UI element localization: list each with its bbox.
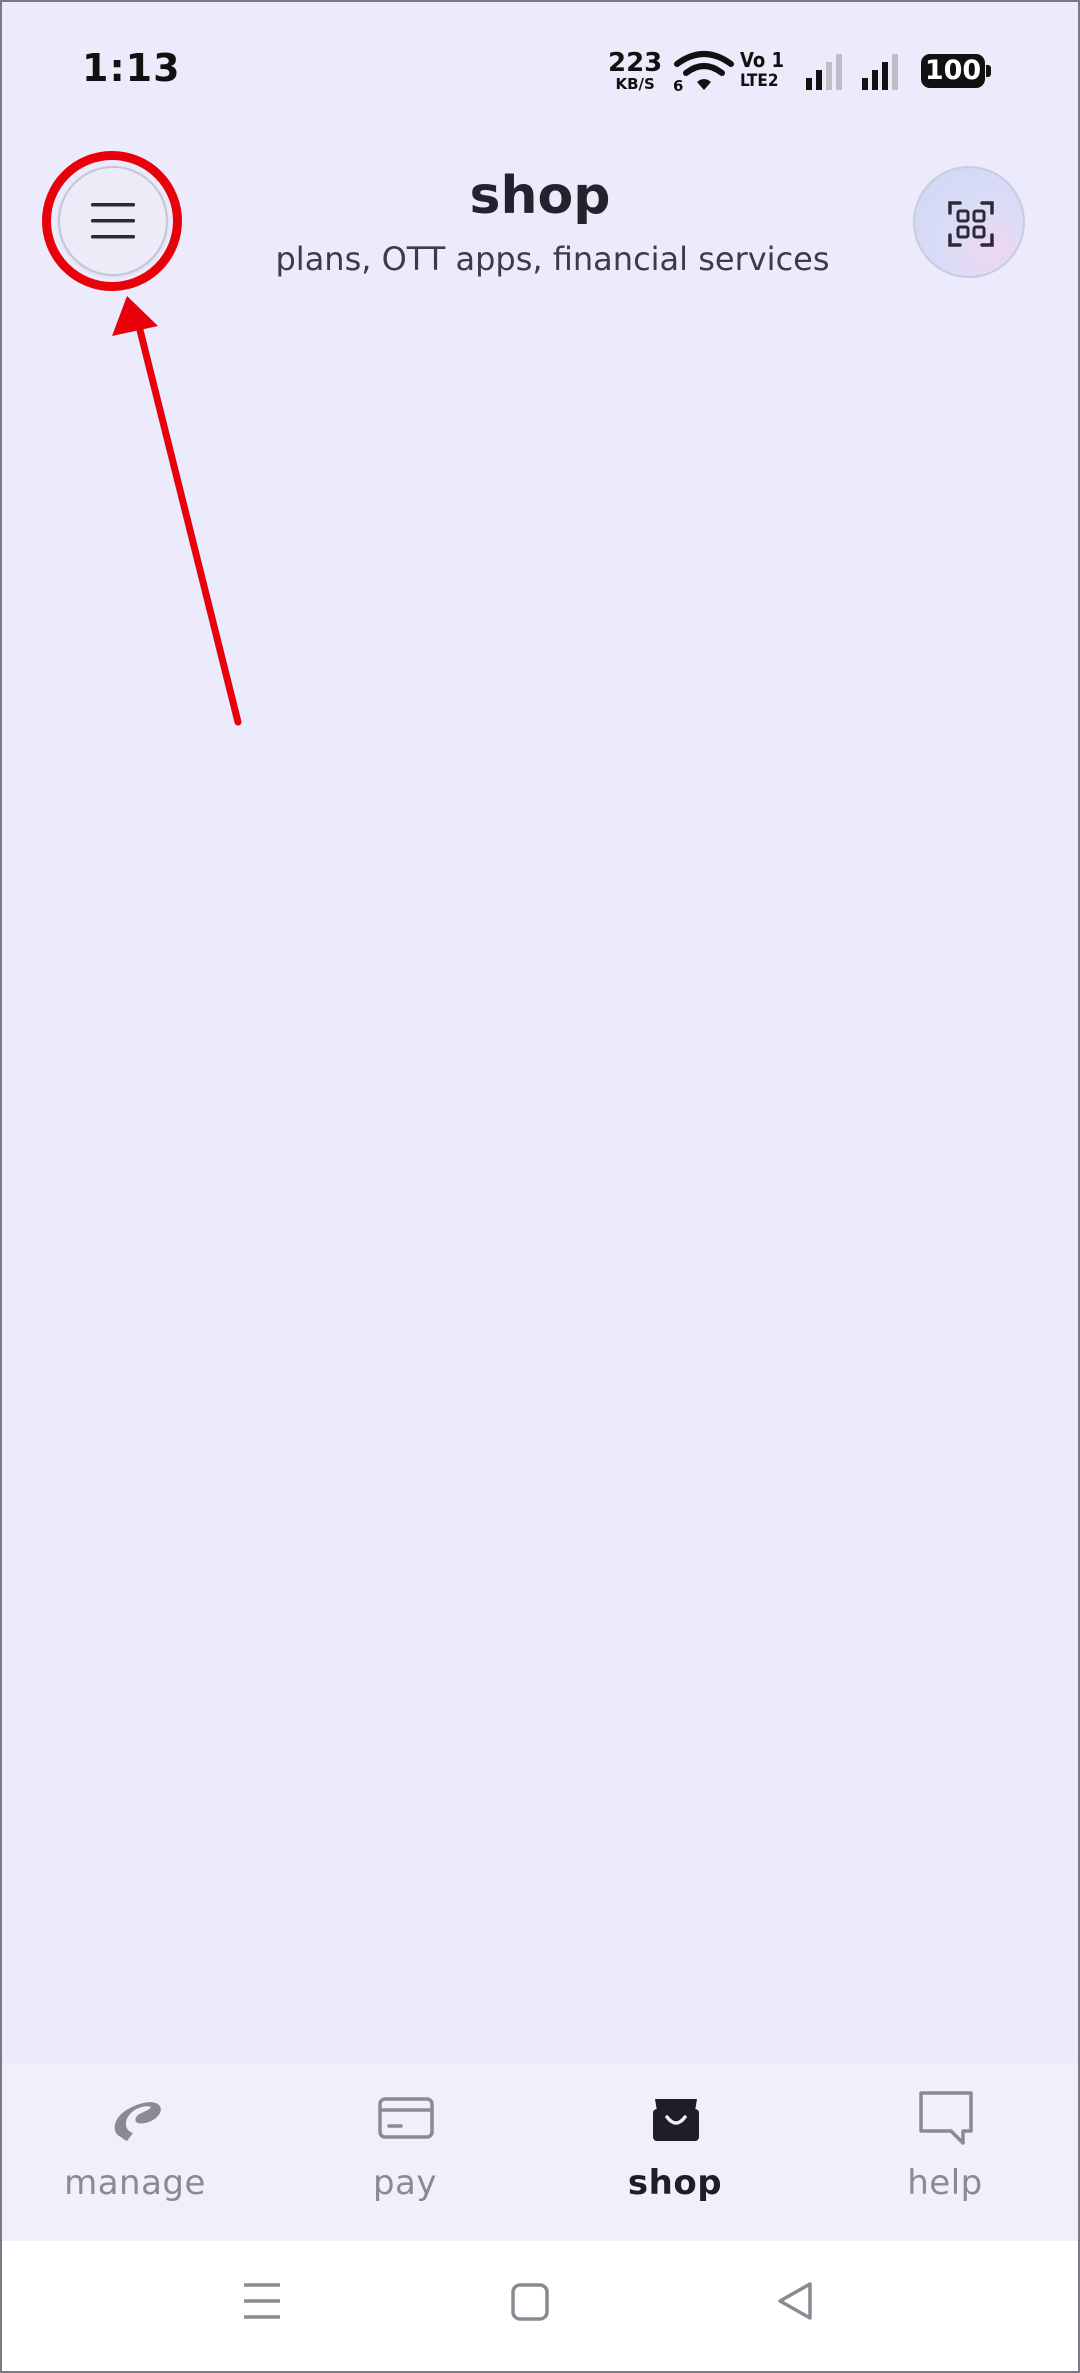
- screen-frame: [0, 0, 1080, 2373]
- signal-sim1-icon: [806, 54, 842, 90]
- bottom-navigation: manage pay shop help: [0, 2063, 1080, 2241]
- network-speed-value: 223: [608, 48, 663, 78]
- shopping-bag-icon: [653, 2099, 699, 2141]
- wifi-icon: 6: [673, 51, 734, 92]
- home-icon[interactable]: [511, 2283, 549, 2321]
- signal-sim2-icon: [862, 54, 898, 90]
- nav-item-help[interactable]: help: [810, 2063, 1080, 2241]
- network-speed-unit: KB/S: [615, 75, 655, 93]
- volte-indicator: Vo 1 LTE2: [740, 50, 784, 90]
- airtel-logo-icon: [114, 2102, 161, 2141]
- status-bar: 1:13 223 KB/S 6 Vo 1 LTE2 100: [0, 0, 1080, 140]
- back-icon[interactable]: [776, 2281, 814, 2321]
- qr-scan-button[interactable]: [913, 166, 1025, 278]
- recents-icon[interactable]: [242, 2281, 282, 2321]
- nav-label-pay: pay: [372, 2163, 438, 2203]
- card-icon: [378, 2097, 434, 2139]
- nav-item-manage[interactable]: manage: [0, 2063, 270, 2241]
- network-speed: 223 KB/S: [608, 50, 662, 92]
- nav-label-shop: shop: [627, 2163, 723, 2203]
- status-time: 1:13: [82, 46, 181, 90]
- qr-scan-icon: [948, 201, 994, 247]
- nav-item-shop[interactable]: shop: [540, 2063, 810, 2241]
- volte-bottom: LTE2: [740, 71, 779, 91]
- nav-label-manage: manage: [64, 2163, 206, 2203]
- nav-item-pay[interactable]: pay: [270, 2063, 540, 2241]
- system-navigation-bar: [0, 2241, 1080, 2373]
- battery-indicator: 100: [921, 54, 991, 88]
- chat-bubble-icon: [919, 2091, 973, 2145]
- volte-top: Vo 1: [740, 48, 784, 72]
- nav-label-help: help: [907, 2163, 983, 2203]
- wifi-badge: 6: [673, 77, 683, 92]
